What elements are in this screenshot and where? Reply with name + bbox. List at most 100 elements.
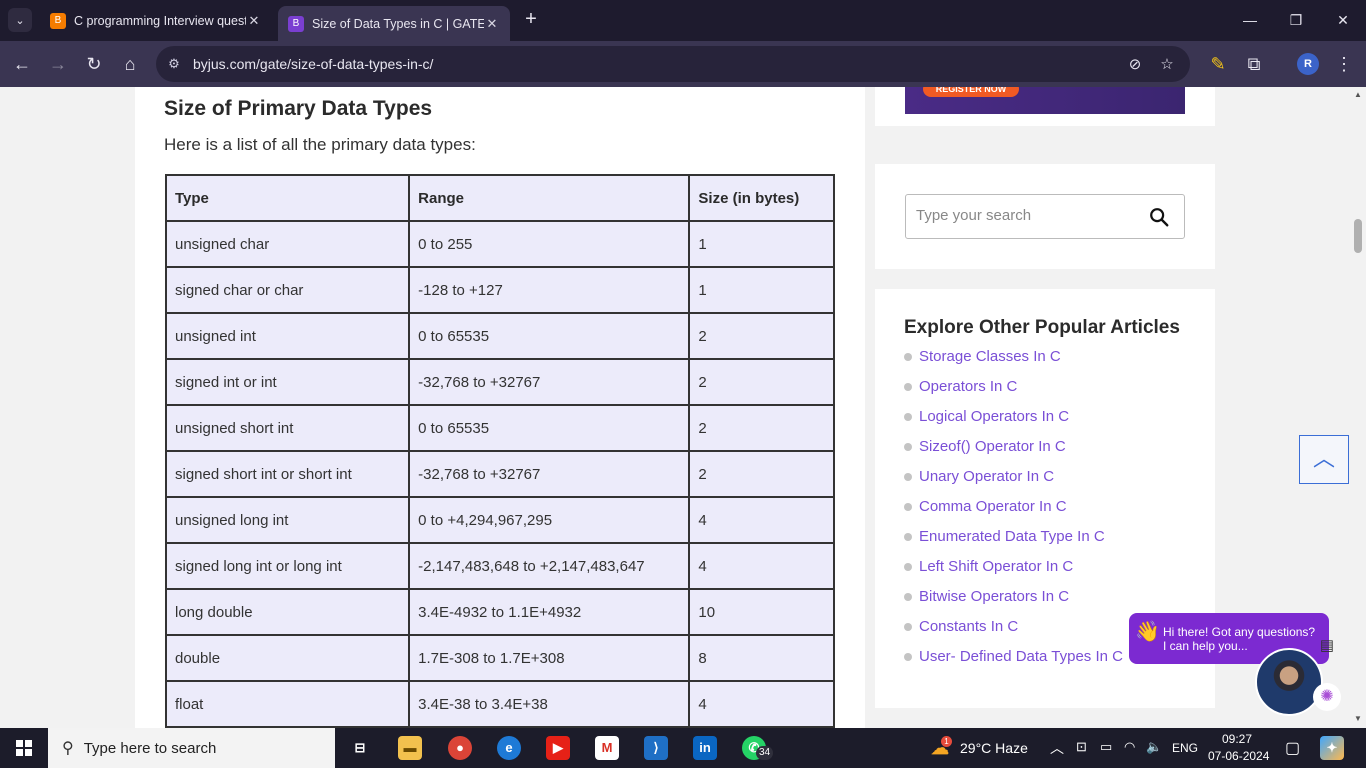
bullet-icon [904, 533, 912, 541]
table-row: signed long int or long int -2,147,483,64… [164, 542, 835, 590]
clock-date[interactable]: 07-06-2024 [1208, 749, 1269, 763]
scroll-down-icon[interactable]: ▼ [1353, 714, 1363, 724]
back-to-top-button[interactable]: ︿ [1299, 435, 1349, 484]
tab-close-icon[interactable]: ✕ [246, 13, 262, 29]
tracking-protection-icon[interactable]: ⊘ [1124, 54, 1146, 76]
table-header-cell: Size (in bytes) [688, 174, 835, 222]
explore-link[interactable]: Operators In C [904, 378, 1123, 408]
explore-link[interactable]: Left Shift Operator In C [904, 558, 1123, 588]
windows-taskbar: ⚲ Type here to search ⊟ ▬ ● e ▶ M ⟩ in ✆… [0, 728, 1366, 768]
tab-c-interview[interactable]: B C programming Interview questi ✕ [40, 6, 272, 35]
search-input[interactable] [916, 207, 1136, 224]
gmail-icon[interactable]: M [595, 736, 619, 760]
explore-link[interactable]: Logical Operators In C [904, 408, 1123, 438]
explore-link-label[interactable]: Sizeof() Operator In C [919, 438, 1066, 455]
url-text[interactable]: byjus.com/gate/size-of-data-types-in-c/ [193, 56, 433, 72]
type-cell: double [164, 634, 411, 682]
browser-menu-icon[interactable]: ⋮ [1332, 52, 1356, 76]
meet-now-icon[interactable]: ⊡ [1076, 739, 1087, 755]
language-indicator[interactable]: ENG [1172, 741, 1198, 755]
tray-expand-icon[interactable]: ︿ [1050, 738, 1064, 758]
explore-link-label[interactable]: Constants In C [919, 618, 1018, 635]
type-cell: unsigned short int [164, 404, 411, 452]
explore-link[interactable]: Sizeof() Operator In C [904, 438, 1123, 468]
table-row: signed char or char -128 to +127 1 [164, 266, 835, 314]
home-icon[interactable]: ⌂ [118, 52, 142, 76]
type-cell: signed char or char [164, 266, 411, 314]
notifications-icon[interactable]: ▢ [1285, 738, 1300, 758]
wifi-icon[interactable]: ◠ [1124, 739, 1135, 755]
explore-link-label[interactable]: User- Defined Data Types In C [919, 648, 1123, 665]
chevron-up-icon: ︿ [1312, 446, 1335, 471]
clock-time[interactable]: 09:27 [1222, 732, 1252, 746]
explore-link-label[interactable]: Storage Classes In C [919, 348, 1061, 365]
range-cell: 0 to 255 [408, 220, 691, 268]
table-header-cell: Range [408, 174, 691, 222]
battery-icon[interactable]: ▭ [1100, 739, 1112, 755]
explore-link-label[interactable]: Enumerated Data Type In C [919, 528, 1105, 545]
copilot-icon[interactable]: ✦ [1320, 736, 1344, 760]
explore-list: Storage Classes In C Operators In C Logica… [904, 348, 1123, 678]
weather-text[interactable]: 29°C Haze [960, 740, 1028, 756]
sidebar-search[interactable] [905, 194, 1185, 239]
browser-toolbar: ← → ↻ ⌂ ⚙ byjus.com/gate/size-of-data-ty… [0, 41, 1366, 87]
tab-title: C programming Interview questi [74, 13, 246, 28]
tab-search-menu-icon[interactable]: ⌄ [8, 8, 32, 32]
reload-icon[interactable]: ↻ [82, 52, 106, 76]
range-cell: -32,768 to +32767 [408, 358, 691, 406]
explore-link-label[interactable]: Left Shift Operator In C [919, 558, 1073, 575]
taskbar-search[interactable]: ⚲ Type here to search [48, 728, 335, 768]
search-icon[interactable] [1148, 206, 1170, 228]
restore-icon[interactable]: ❐ [1273, 8, 1319, 32]
explore-link[interactable]: Storage Classes In C [904, 348, 1123, 378]
register-now-button[interactable]: REGISTER NOW [923, 87, 1019, 97]
new-tab-icon[interactable]: + [520, 8, 542, 30]
youtube-icon[interactable]: ▶ [546, 736, 570, 760]
bookmark-star-icon[interactable]: ☆ [1156, 54, 1178, 76]
tab-size-of-data-types[interactable]: B Size of Data Types in C | GATE N ✕ [278, 6, 510, 41]
range-cell: 0 to +4,294,967,295 [408, 496, 691, 544]
brain-icon[interactable]: ✺ [1313, 683, 1341, 711]
explore-link[interactable]: Bitwise Operators In C [904, 588, 1123, 618]
explore-link-label[interactable]: Operators In C [919, 378, 1017, 395]
table-row: signed int or int -32,768 to +32767 2 [164, 358, 835, 406]
table-header-row: Type Range Size (in bytes) [164, 174, 835, 222]
window-close-icon[interactable]: ✕ [1320, 8, 1366, 32]
profile-avatar[interactable]: R [1297, 53, 1319, 75]
table-row: float 3.4E-38 to 3.4E+38 4 [164, 680, 835, 728]
file-explorer-icon[interactable]: ▬ [398, 736, 422, 760]
chrome-icon[interactable]: ● [448, 736, 472, 760]
explore-link-label[interactable]: Comma Operator In C [919, 498, 1067, 515]
page-scrollbar[interactable]: ▲ ▼ [1350, 87, 1366, 728]
back-icon[interactable]: ← [10, 52, 34, 76]
weather-badge: 1 [941, 736, 952, 747]
explore-link[interactable]: Comma Operator In C [904, 498, 1123, 528]
site-info-icon[interactable]: ⚙ [164, 54, 184, 74]
reading-mode-icon[interactable]: ▤ [1316, 636, 1338, 654]
explore-link[interactable]: User- Defined Data Types In C [904, 648, 1123, 678]
volume-icon[interactable]: 🔈 [1146, 739, 1162, 755]
chat-assistant-avatar[interactable] [1255, 648, 1323, 716]
promo-banner[interactable]: REGISTER NOW [905, 87, 1185, 114]
task-view-icon[interactable]: ⊟ [348, 736, 372, 760]
explore-link[interactable]: Constants In C [904, 618, 1123, 648]
start-button[interactable] [0, 728, 48, 768]
explore-link-label[interactable]: Bitwise Operators In C [919, 588, 1069, 605]
edge-icon[interactable]: e [497, 736, 521, 760]
minimize-icon[interactable]: — [1227, 8, 1273, 32]
forward-icon[interactable]: → [46, 52, 70, 76]
extensions-puzzle-icon[interactable]: ⧉ [1242, 52, 1266, 76]
scrollbar-thumb[interactable] [1354, 219, 1362, 253]
explore-link-label[interactable]: Unary Operator In C [919, 468, 1054, 485]
range-cell: 1.7E-308 to 1.7E+308 [408, 634, 691, 682]
address-bar[interactable]: ⚙ byjus.com/gate/size-of-data-types-in-c… [156, 46, 1190, 82]
tab-close-icon[interactable]: ✕ [484, 16, 500, 32]
explore-link[interactable]: Unary Operator In C [904, 468, 1123, 498]
explore-link-label[interactable]: Logical Operators In C [919, 408, 1069, 425]
extension-pencil-icon[interactable]: ✎ [1206, 52, 1230, 76]
explore-link[interactable]: Enumerated Data Type In C [904, 528, 1123, 558]
scroll-up-icon[interactable]: ▲ [1353, 90, 1363, 100]
linkedin-icon[interactable]: in [693, 736, 717, 760]
vscode-icon[interactable]: ⟩ [644, 736, 668, 760]
type-cell: signed short int or short int [164, 450, 411, 498]
